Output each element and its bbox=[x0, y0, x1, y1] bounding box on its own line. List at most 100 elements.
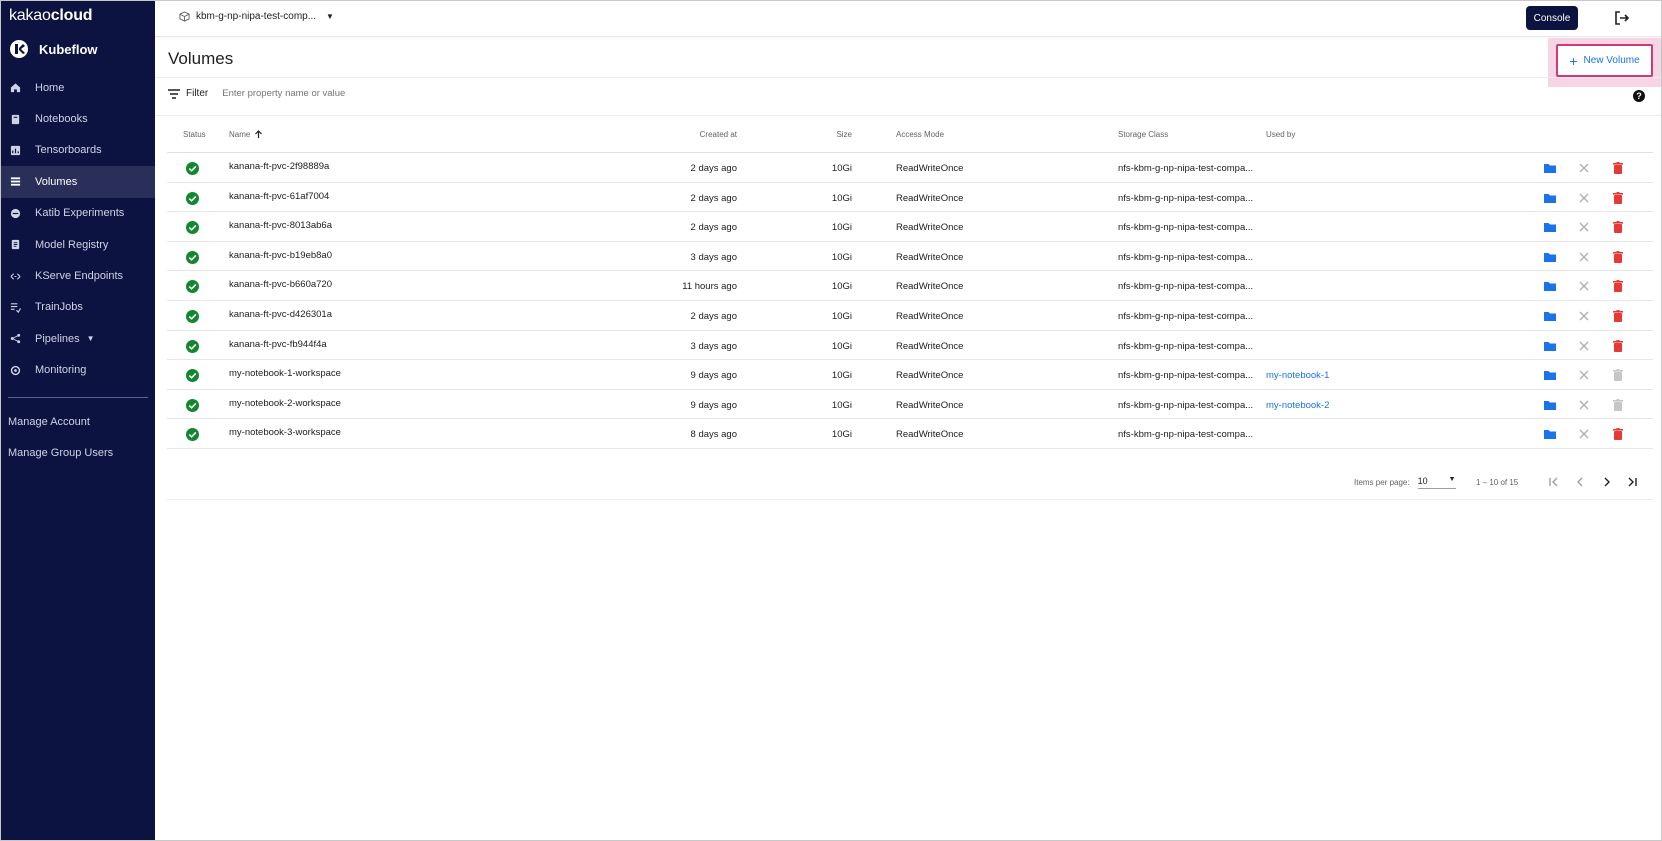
header-used-by[interactable]: Used by bbox=[1266, 130, 1295, 139]
delete-icon[interactable] bbox=[1611, 279, 1625, 293]
logout-icon[interactable] bbox=[1614, 10, 1630, 26]
table-row: kanana-ft-pvc-b660a720 11 hours ago 10Gi Re… bbox=[167, 271, 1653, 301]
manage-account-link[interactable]: Manage Account bbox=[8, 416, 90, 428]
delete-icon[interactable] bbox=[1611, 250, 1625, 264]
close-icon[interactable] bbox=[1577, 339, 1591, 353]
filter-bar: Filter bbox=[168, 88, 523, 99]
delete-icon[interactable] bbox=[1611, 309, 1625, 323]
home-icon bbox=[10, 83, 21, 93]
sidebar-item-home[interactable]: Home bbox=[1, 72, 155, 103]
previous-page-icon[interactable] bbox=[1573, 475, 1587, 489]
close-icon[interactable] bbox=[1577, 427, 1591, 441]
kubeflow-brand[interactable]: Kubeflow bbox=[9, 39, 98, 59]
sidebar-item-kserve-endpoints[interactable]: KServe Endpoints bbox=[1, 260, 155, 291]
book-icon bbox=[11, 114, 20, 124]
access-mode: ReadWriteOnce bbox=[896, 163, 964, 174]
sidebar-item-notebooks[interactable]: Notebooks bbox=[1, 103, 155, 134]
chevron-down-icon: ▼ bbox=[86, 334, 95, 344]
close-icon[interactable] bbox=[1577, 309, 1591, 323]
storage-class: nfs-kbm-g-np-nipa-test-compa... bbox=[1118, 192, 1254, 204]
sidebar-nav: Home Notebooks Tensorboards Volumes Katib Ex… bbox=[1, 72, 155, 386]
used-by-link[interactable]: my-notebook-1 bbox=[1266, 370, 1329, 381]
folder-icon[interactable] bbox=[1543, 250, 1557, 264]
table-row: kanana-ft-pvc-fb944f4a 3 days ago 10Gi Read… bbox=[167, 331, 1653, 361]
sidebar-item-model-registry[interactable]: Model Registry bbox=[1, 229, 155, 260]
status-ready-icon bbox=[186, 369, 199, 383]
close-icon[interactable] bbox=[1577, 220, 1591, 234]
table-row: kanana-ft-pvc-2f98889a 2 days ago 10Gi Read… bbox=[167, 153, 1653, 183]
access-mode: ReadWriteOnce bbox=[896, 192, 964, 204]
folder-icon[interactable] bbox=[1543, 427, 1557, 441]
header-divider bbox=[155, 77, 1661, 78]
access-mode: ReadWriteOnce bbox=[896, 429, 964, 441]
close-icon[interactable] bbox=[1577, 191, 1591, 205]
sidebar-item-monitoring[interactable]: Monitoring bbox=[1, 355, 155, 386]
delete-icon bbox=[1613, 369, 1623, 382]
header-size[interactable]: Size bbox=[817, 130, 852, 139]
last-page-icon[interactable] bbox=[1625, 475, 1639, 489]
page-title: Volumes bbox=[168, 49, 234, 68]
folder-icon[interactable] bbox=[1543, 309, 1557, 323]
folder-icon[interactable] bbox=[1543, 161, 1557, 175]
folder-icon[interactable] bbox=[1543, 368, 1557, 382]
status-ready-icon bbox=[186, 339, 199, 353]
sidebar-item-pipelines[interactable]: Pipelines ▼ bbox=[1, 323, 155, 354]
delete-icon[interactable] bbox=[1611, 427, 1625, 441]
used-by-link[interactable]: my-notebook-2 bbox=[1266, 400, 1329, 411]
sidebar-divider bbox=[8, 397, 148, 398]
next-page-icon[interactable] bbox=[1600, 475, 1614, 489]
close-icon[interactable] bbox=[1577, 279, 1591, 293]
close-icon[interactable] bbox=[1577, 368, 1591, 382]
folder-icon[interactable] bbox=[1543, 339, 1557, 353]
table-row: kanana-ft-pvc-d426301a 2 days ago 10Gi Read… bbox=[167, 301, 1653, 331]
kubeflow-logo-icon bbox=[10, 40, 28, 58]
header-access-mode[interactable]: Access Mode bbox=[896, 130, 944, 139]
manage-group-users-link[interactable]: Manage Group Users bbox=[8, 447, 113, 459]
sidebar-item-tensorboards[interactable]: Tensorboards bbox=[1, 135, 155, 166]
volume-name: my-notebook-2-workspace bbox=[229, 397, 341, 409]
cube-icon bbox=[179, 11, 190, 22]
pipeline-icon bbox=[10, 334, 21, 344]
sidebar-item-volumes[interactable]: Volumes bbox=[1, 166, 155, 198]
kakaocloud-logo: kakaocloud bbox=[9, 7, 93, 24]
storage-class: nfs-kbm-g-np-nipa-test-compa... bbox=[1118, 163, 1254, 174]
folder-icon[interactable] bbox=[1543, 191, 1557, 205]
header-name[interactable]: Name bbox=[229, 130, 263, 139]
items-per-page-label: Items per page: bbox=[1354, 478, 1410, 487]
console-button[interactable]: Console bbox=[1526, 6, 1578, 30]
created-at: 11 hours ago bbox=[682, 281, 737, 293]
created-at: 2 days ago bbox=[690, 222, 737, 234]
delete-icon[interactable] bbox=[1611, 161, 1625, 175]
delete-icon[interactable] bbox=[1611, 339, 1625, 353]
delete-icon[interactable] bbox=[1611, 220, 1625, 234]
storage-icon bbox=[10, 177, 21, 186]
header-storage-class[interactable]: Storage Class bbox=[1118, 130, 1168, 139]
new-volume-button[interactable]: + New Volume bbox=[1556, 44, 1653, 77]
sidebar-item-trainjobs[interactable]: TrainJobs bbox=[1, 292, 155, 323]
folder-icon[interactable] bbox=[1543, 279, 1557, 293]
table-row: my-notebook-1-workspace 9 days ago 10Gi Rea… bbox=[167, 360, 1653, 390]
volume-name: kanana-ft-pvc-61af7004 bbox=[229, 190, 330, 202]
namespace-selector[interactable]: kbm-g-np-nipa-test-comp... ▼ bbox=[179, 11, 334, 22]
sidebar: kakaocloud Kubeflow Home Notebooks Tensorb… bbox=[1, 1, 155, 840]
help-icon[interactable]: ? bbox=[1633, 90, 1645, 102]
close-icon[interactable] bbox=[1577, 250, 1591, 264]
items-per-page-select[interactable]: 10 ▼ bbox=[1417, 476, 1456, 489]
status-ready-icon bbox=[186, 162, 199, 175]
created-at: 8 days ago bbox=[690, 429, 737, 441]
sidebar-item-label: Home bbox=[35, 81, 65, 94]
first-page-icon[interactable] bbox=[1547, 475, 1561, 489]
filter-icon bbox=[168, 88, 180, 99]
header-created-at[interactable]: Created at bbox=[637, 130, 737, 139]
close-icon[interactable] bbox=[1577, 398, 1591, 412]
delete-icon[interactable] bbox=[1611, 191, 1625, 205]
folder-icon[interactable] bbox=[1543, 220, 1557, 234]
sidebar-item-katib-experiments[interactable]: Katib Experiments bbox=[1, 198, 155, 229]
folder-icon[interactable] bbox=[1543, 398, 1557, 412]
status-ready-icon bbox=[186, 398, 199, 412]
header-status[interactable]: Status bbox=[183, 130, 206, 139]
close-icon[interactable] bbox=[1577, 161, 1591, 175]
header-name-label: Name bbox=[229, 130, 251, 139]
created-at: 9 days ago bbox=[690, 399, 737, 411]
filter-input[interactable] bbox=[222, 88, 523, 99]
